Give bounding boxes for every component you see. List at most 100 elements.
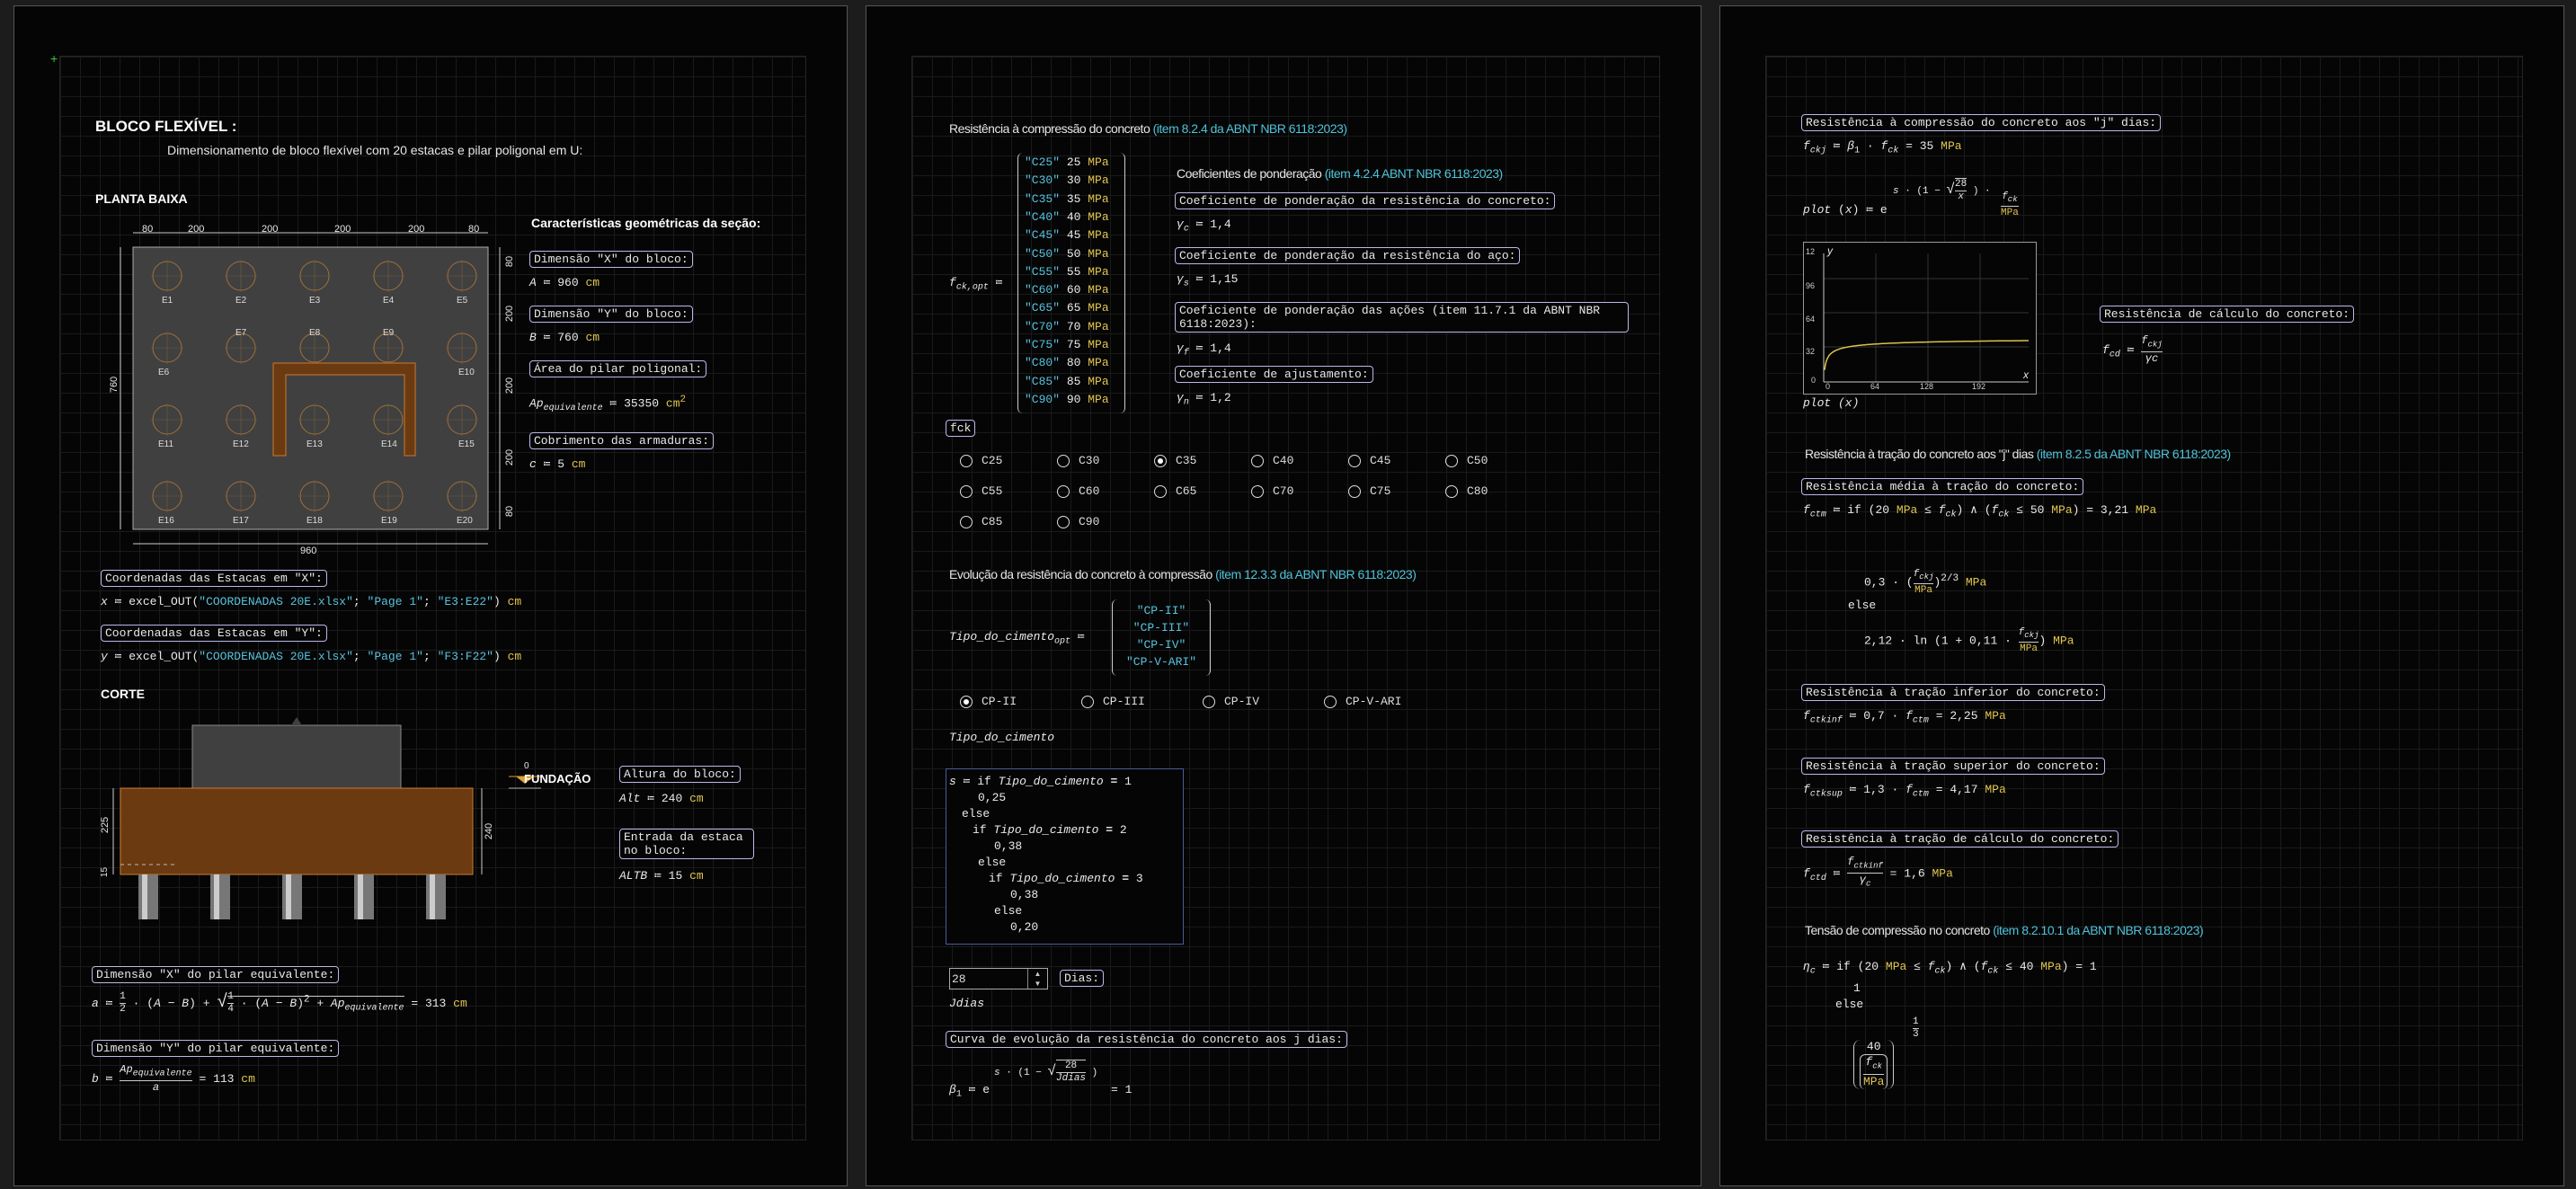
radio-button[interactable]	[1251, 455, 1264, 467]
radio-option[interactable]: C80	[1445, 484, 1539, 501]
spinner-arrows-icon[interactable]: ▲ ▼	[1027, 969, 1047, 989]
radio-option[interactable]: CP-II	[960, 695, 1078, 711]
radio-button[interactable]	[1081, 696, 1094, 708]
fck-class: "C60"	[1025, 283, 1061, 297]
radio-button[interactable]	[1445, 485, 1458, 498]
cob-label[interactable]: Cobrimento das armaduras:	[529, 432, 715, 449]
area-eq: Apequivalente ≔ 35350 cm2	[529, 395, 686, 413]
evolution-chart[interactable]: 12 96 64 32 0 0 64 128 192 y x	[1803, 242, 2037, 395]
alt-label[interactable]: Altura do bloco:	[619, 766, 741, 783]
radio-button[interactable]	[1324, 696, 1337, 708]
radio-button[interactable]	[1057, 485, 1070, 498]
radio-option[interactable]: C90	[1057, 515, 1150, 531]
prog-line-1: s ≔ if Tipo_do_cimento = 1	[949, 775, 1132, 788]
radio-button[interactable]	[1154, 455, 1167, 467]
fck-class: "C70"	[1025, 319, 1061, 333]
fctm-label[interactable]: Resistência média à tração do concreto:	[1801, 478, 2084, 495]
fctkinf-label[interactable]: Resistência à tração inferior do concret…	[1801, 684, 2105, 701]
xtick: 64	[1870, 382, 1880, 391]
fck-selector-label[interactable]: fck	[946, 420, 976, 437]
radio-label: C75	[1370, 484, 1391, 498]
fck-class: "C25"	[1025, 155, 1061, 169]
radio-option[interactable]: CP-IV	[1203, 695, 1320, 711]
pile-label: E4	[383, 296, 395, 306]
radio-option[interactable]: C75	[1348, 484, 1442, 501]
radio-button[interactable]	[1057, 455, 1070, 467]
radio-option[interactable]: C45	[1348, 454, 1442, 470]
dias-spinner[interactable]: ▲▼	[949, 968, 1048, 989]
dimB-label[interactable]: Dimensão "Y" do bloco:	[529, 306, 693, 323]
radio-button[interactable]	[1445, 455, 1458, 467]
altb-label[interactable]: Entrada da estaca no bloco:	[619, 829, 754, 859]
radio-option[interactable]: C65	[1154, 484, 1248, 501]
radio-option[interactable]: C35	[1154, 454, 1248, 470]
radio-button[interactable]	[1154, 485, 1167, 498]
dimx-label[interactable]: Dimensão "X" do pilar equivalente:	[92, 966, 340, 983]
fck-class: "C40"	[1025, 209, 1061, 224]
tipo-item: "CP-II"	[1136, 604, 1186, 617]
radio-label: C25	[982, 454, 1003, 467]
radio-option[interactable]: C30	[1057, 454, 1150, 470]
dimA-label[interactable]: Dimensão "X" do bloco:	[529, 251, 693, 268]
radio-button[interactable]	[1057, 516, 1070, 528]
fck-unit: MPa	[1088, 264, 1109, 279]
coordy-label[interactable]: Coordenadas das Estacas em "Y":	[101, 625, 327, 642]
radio-button[interactable]	[1348, 485, 1361, 498]
fck-unit: MPa	[1088, 283, 1109, 297]
gn-label[interactable]: Coeficiente de ajustamento:	[1175, 366, 1373, 383]
crosshair-cursor-icon: +	[50, 51, 58, 66]
radio-option[interactable]: C25	[960, 454, 1053, 470]
pile-label: E17	[233, 516, 249, 526]
fck-matrix-row: "C65" 65 MPa	[1025, 301, 1109, 315]
radio-button[interactable]	[960, 696, 973, 708]
fck-value: 40	[1066, 209, 1081, 224]
radio-button[interactable]	[1251, 485, 1264, 498]
radio-button[interactable]	[960, 516, 973, 528]
dimy-label[interactable]: Dimensão "Y" do pilar equivalente:	[92, 1040, 340, 1057]
ytick: 0	[1811, 376, 1817, 385]
radio-option[interactable]: C85	[960, 515, 1053, 531]
fckj-label[interactable]: Resistência à compressão do concreto aos…	[1801, 114, 2162, 131]
gs-label[interactable]: Coeficiente de ponderação da resistência…	[1175, 247, 1521, 264]
cimento-radio-group: CP-II CP-III CP-IV CP-V-ARI	[960, 695, 1499, 722]
area-label[interactable]: Área do pilar poligonal:	[529, 360, 707, 377]
radio-button[interactable]	[960, 455, 973, 467]
coordx-label[interactable]: Coordenadas das Estacas em "X":	[101, 570, 327, 587]
fck-value: 35	[1066, 191, 1081, 206]
curva-label[interactable]: Curva de evolução da resistência do conc…	[946, 1031, 1347, 1048]
dias-label[interactable]: Dias:	[1060, 970, 1105, 987]
section-drawing	[112, 717, 541, 919]
fck-value: 90	[1066, 392, 1081, 406]
chart-svg	[1823, 253, 2029, 383]
fcd-label[interactable]: Resistência de cálculo do concreto:	[2100, 306, 2355, 323]
pile-label: E6	[158, 368, 170, 377]
fck-value: 70	[1066, 319, 1081, 333]
radio-button[interactable]	[1203, 696, 1215, 708]
radio-option[interactable]: CP-III	[1081, 695, 1199, 711]
fck-value: 45	[1066, 228, 1081, 243]
fctm-else: else	[1848, 599, 1877, 612]
radio-option[interactable]: CP-V-ARI	[1324, 695, 1442, 711]
gn-eq: γn ≔ 1,2	[1177, 391, 1231, 408]
radio-button[interactable]	[1348, 455, 1361, 467]
fctksup-label[interactable]: Resistência à tração superior do concret…	[1801, 758, 2105, 775]
radio-option[interactable]: C55	[960, 484, 1053, 501]
radio-label: C65	[1176, 484, 1197, 498]
radio-option[interactable]: C40	[1251, 454, 1345, 470]
radio-option[interactable]: C60	[1057, 484, 1150, 501]
dias-input[interactable]	[952, 971, 1024, 987]
fctd-label[interactable]: Resistência à tração de cálculo do concr…	[1801, 830, 2119, 847]
prog-line-4: if Tipo_do_cimento = 2	[973, 823, 1127, 837]
radio-option[interactable]: C70	[1251, 484, 1345, 501]
gf-eq: γf ≔ 1,4	[1177, 342, 1231, 359]
dim-left: 760	[109, 376, 120, 394]
fck-unit: MPa	[1088, 209, 1109, 224]
gf-label[interactable]: Coeficiente de ponderação das ações (ite…	[1175, 302, 1629, 333]
radio-button[interactable]	[960, 485, 973, 498]
tens-title: Tensão de compressão no concreto (item 8…	[1805, 923, 2204, 937]
radio-option[interactable]: C50	[1445, 454, 1539, 470]
pile-label: E14	[381, 439, 397, 449]
radio-label: C45	[1370, 454, 1391, 467]
gc-label[interactable]: Coeficiente de ponderação da resistência…	[1175, 192, 1556, 209]
tipo-opt-var: Tipo_do_cimentoopt ≔	[949, 630, 1085, 647]
